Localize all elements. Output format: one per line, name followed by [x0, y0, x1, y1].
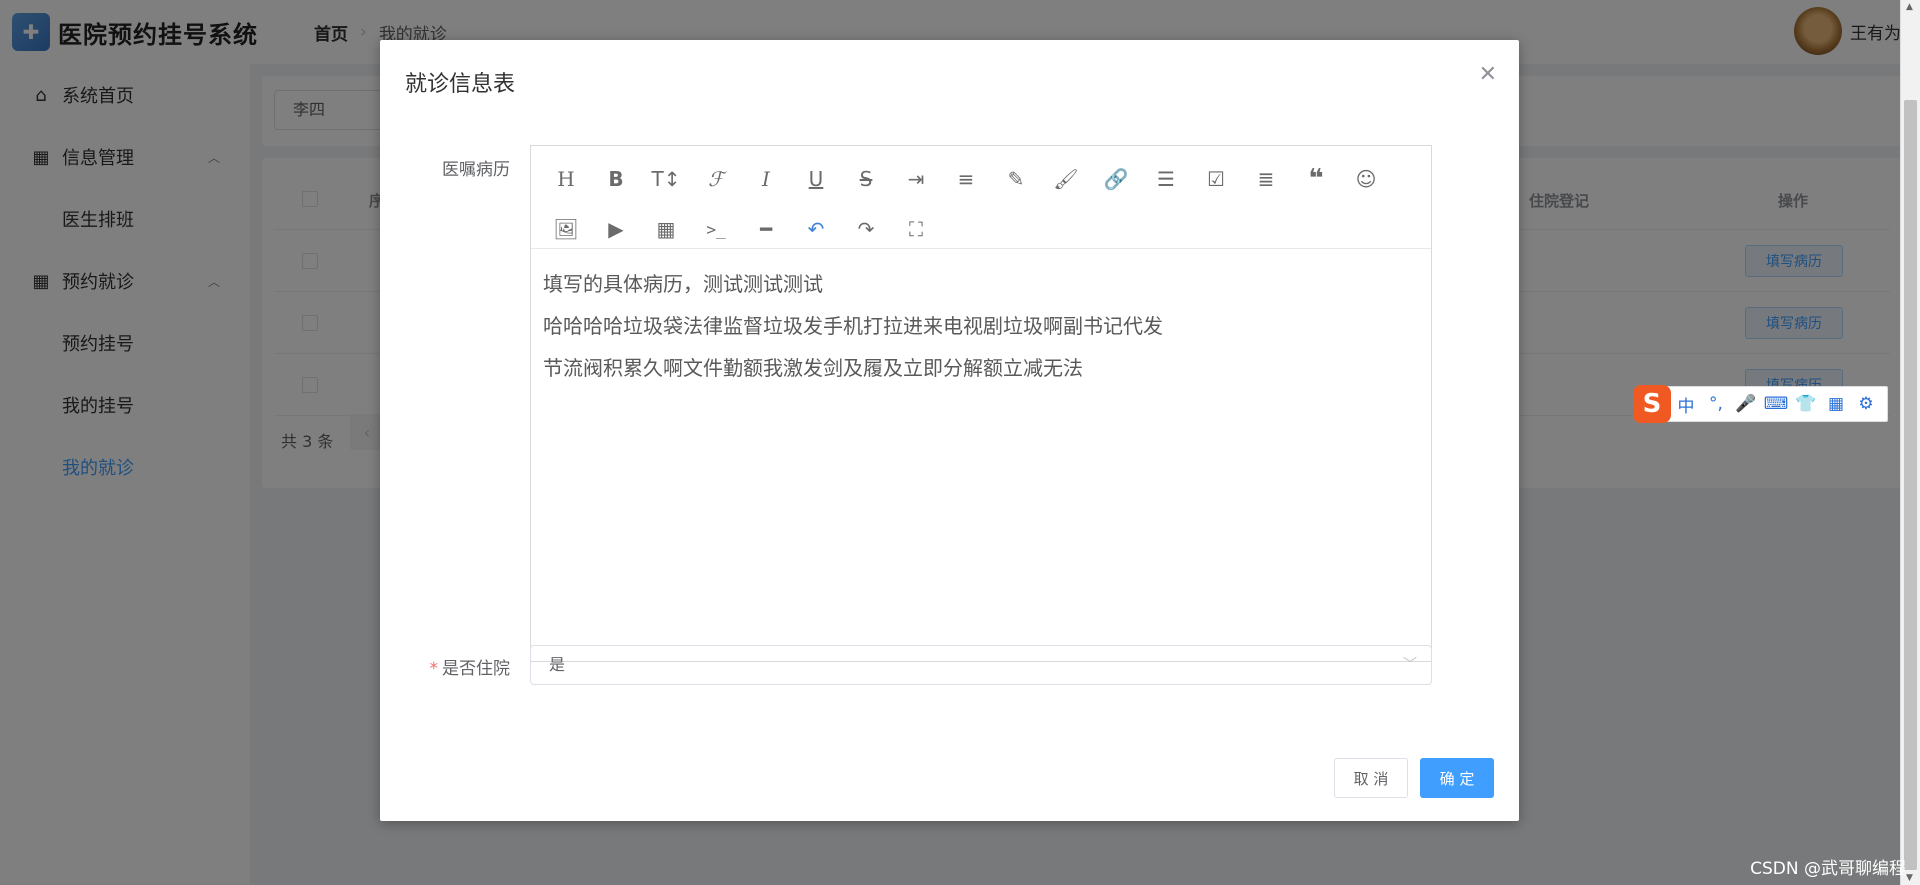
page-scrollbar[interactable]: ▲ ▼	[1900, 0, 1920, 885]
hospitalization-label: * 是否住院	[400, 654, 511, 679]
record-line: 哈哈哈哈垃圾袋法律监督垃圾发手机打拉进来电视剧垃圾啊副书记代发	[543, 314, 1163, 338]
cancel-button[interactable]: 取 消	[1334, 758, 1408, 798]
line-height-icon[interactable]: ≡	[941, 159, 991, 199]
align-left-icon[interactable]: ≣	[1241, 159, 1291, 199]
link-icon[interactable]: 🔗	[1091, 159, 1141, 199]
hospitalization-select[interactable]: 是 ﹀	[530, 645, 1432, 685]
background-color-icon[interactable]: 🖌	[1041, 159, 1091, 199]
confirm-button[interactable]: 确 定	[1420, 758, 1494, 798]
quote-icon[interactable]: ❝	[1291, 159, 1341, 199]
todo-checkbox-icon[interactable]: ☑	[1191, 159, 1241, 199]
hospitalization-label-text: 是否住院	[442, 659, 510, 679]
sogou-logo-icon[interactable]: S	[1633, 385, 1671, 423]
record-line: 节流阀积累久啊文件勤额我激发剑及履及立即分解额立减无法	[543, 356, 1083, 380]
scroll-down-icon[interactable]: ▼	[1906, 873, 1913, 883]
divider-icon[interactable]: ━	[741, 209, 791, 249]
scrollbar-thumb[interactable]	[1904, 100, 1917, 870]
redo-icon[interactable]: ↷	[841, 209, 891, 249]
bullet-list-icon[interactable]: ☰	[1141, 159, 1191, 199]
hospitalization-select-value: 是	[549, 655, 566, 674]
fullscreen-icon[interactable]: ⛶	[891, 209, 941, 249]
required-asterisk: *	[429, 659, 439, 679]
table-icon[interactable]: ▦	[641, 209, 691, 249]
font-family-icon[interactable]: ℱ	[691, 159, 741, 199]
scroll-up-icon[interactable]: ▲	[1906, 2, 1913, 12]
video-icon[interactable]: ▶	[591, 209, 641, 249]
watermark: CSDN @武哥聊编程	[1750, 859, 1906, 879]
settings-icon[interactable]: ⚙	[1851, 394, 1881, 414]
record-line: 填写的具体病历，测试测试测试	[543, 272, 823, 296]
close-icon[interactable]: ✕	[1479, 62, 1497, 87]
punctuation-icon[interactable]: °,	[1701, 394, 1731, 414]
code-icon[interactable]: >_	[691, 209, 741, 249]
dialog-title: 就诊信息表	[405, 72, 516, 97]
skin-icon[interactable]: 👕	[1791, 394, 1821, 414]
font-size-icon[interactable]: T↕	[641, 159, 691, 199]
ime-toolbar: S 中 °, 🎤 ⌨ 👕 ▦ ⚙	[1633, 385, 1888, 423]
indent-icon[interactable]: ⇥	[891, 159, 941, 199]
visit-info-dialog: 就诊信息表 ✕ 医嘱病历 H B T↕ ℱ I U S ⇥ ≡ ✎ 🖌 🔗 ☰ …	[380, 40, 1519, 821]
apps-icon[interactable]: ▦	[1821, 394, 1851, 414]
heading-icon[interactable]: H	[541, 159, 591, 199]
emoji-icon[interactable]: ☺	[1341, 159, 1391, 199]
image-icon[interactable]: 🖼	[541, 209, 591, 249]
undo-icon[interactable]: ↶	[791, 209, 841, 249]
italic-icon[interactable]: I	[741, 159, 791, 199]
microphone-icon[interactable]: 🎤	[1731, 394, 1761, 414]
keyboard-icon[interactable]: ⌨	[1761, 394, 1791, 414]
font-color-icon[interactable]: ✎	[991, 159, 1041, 199]
record-label: 医嘱病历	[442, 160, 510, 180]
rich-text-editor: H B T↕ ℱ I U S ⇥ ≡ ✎ 🖌 🔗 ☰ ☑ ≣ ❝ ☺ 🖼 ▶ ▦…	[530, 145, 1432, 662]
editor-toolbar: H B T↕ ℱ I U S ⇥ ≡ ✎ 🖌 🔗 ☰ ☑ ≣ ❝ ☺ 🖼 ▶ ▦…	[531, 146, 1431, 249]
editor-content[interactable]: 填写的具体病历，测试测试测试 哈哈哈哈垃圾袋法律监督垃圾发手机打拉进来电视剧垃圾…	[531, 249, 1431, 403]
bold-icon[interactable]: B	[591, 159, 641, 199]
ime-language-toggle[interactable]: 中	[1671, 392, 1701, 417]
chevron-down-icon: ﹀	[1403, 657, 1417, 673]
underline-icon[interactable]: U	[791, 159, 841, 199]
strikethrough-icon[interactable]: S	[841, 159, 891, 199]
